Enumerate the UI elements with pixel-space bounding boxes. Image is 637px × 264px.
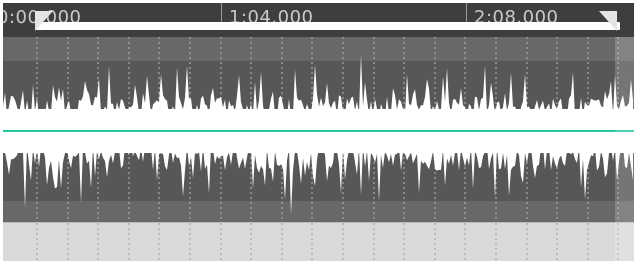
waveform-track[interactable]	[3, 37, 634, 222]
selection-end-shade	[615, 37, 634, 261]
audio-editor: 0:00.000 1:04.000 2:08.000	[3, 3, 634, 261]
lower-track-grid	[36, 223, 619, 261]
selection-start-marker-icon[interactable]	[35, 11, 53, 31]
selection-range-bar[interactable]	[36, 22, 620, 30]
lower-track-panel[interactable]	[3, 222, 634, 261]
timeline-ruler[interactable]: 0:00.000 1:04.000 2:08.000	[3, 3, 634, 37]
selection-end-marker-icon[interactable]	[599, 11, 617, 31]
waveform-canvas	[3, 37, 634, 222]
